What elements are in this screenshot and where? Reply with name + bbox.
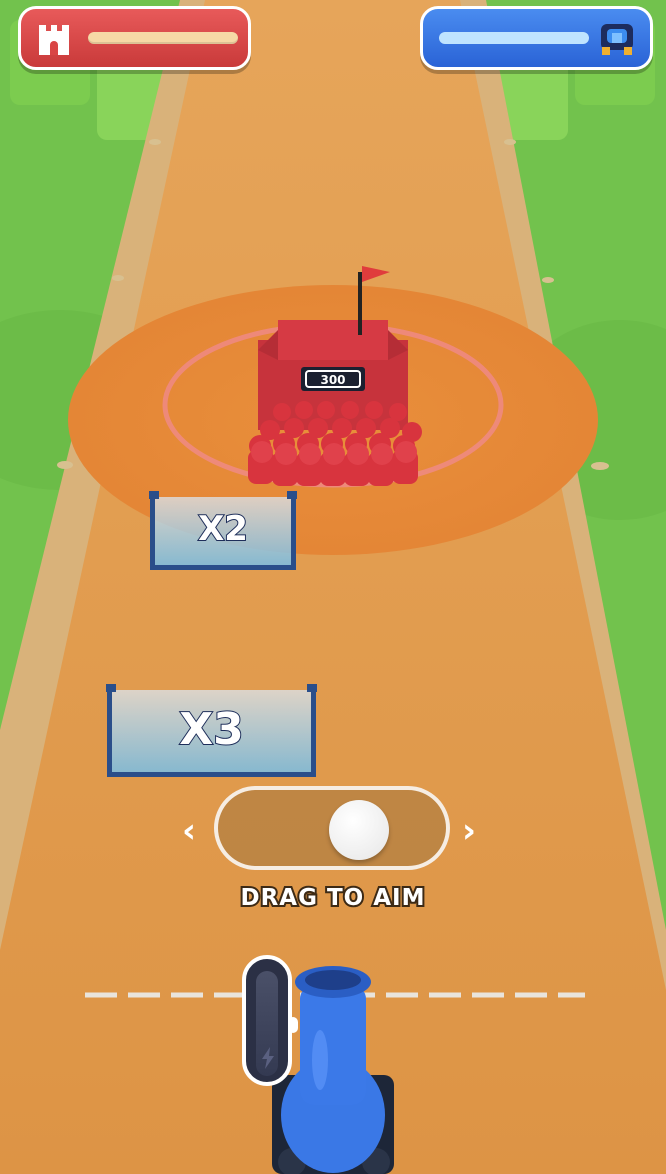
enemy-health-bar: [88, 32, 238, 44]
gate-post: [307, 684, 317, 692]
gate-post: [106, 684, 116, 692]
castle-icon: [39, 25, 69, 55]
power-meter: [242, 955, 292, 1086]
player-health-bar: [439, 32, 589, 44]
aim-right-arrow-icon: ›: [462, 811, 477, 851]
aim-slider-knob[interactable]: [328, 800, 389, 860]
drag-to-aim-hint: DRAG TO AIM: [239, 883, 427, 913]
enemy-health-panel: [18, 6, 251, 70]
gate-label: X2: [197, 508, 249, 550]
aim-left-arrow-icon: ‹: [182, 811, 197, 851]
power-meter-tab: [288, 1017, 298, 1033]
game-scene: 300: [0, 0, 666, 1174]
blue-base-icon: [601, 24, 633, 55]
multiplier-gate-x2: X2: [149, 491, 297, 570]
gate-post: [287, 491, 297, 499]
gate-label: X3: [178, 703, 245, 756]
aim-slider[interactable]: [214, 786, 450, 870]
player-health-panel: [420, 6, 653, 70]
lightning-icon: [262, 1047, 274, 1069]
multiplier-gate-x3: X3: [106, 684, 317, 777]
enemy-count: 300: [320, 373, 345, 387]
gate-post: [149, 491, 159, 499]
